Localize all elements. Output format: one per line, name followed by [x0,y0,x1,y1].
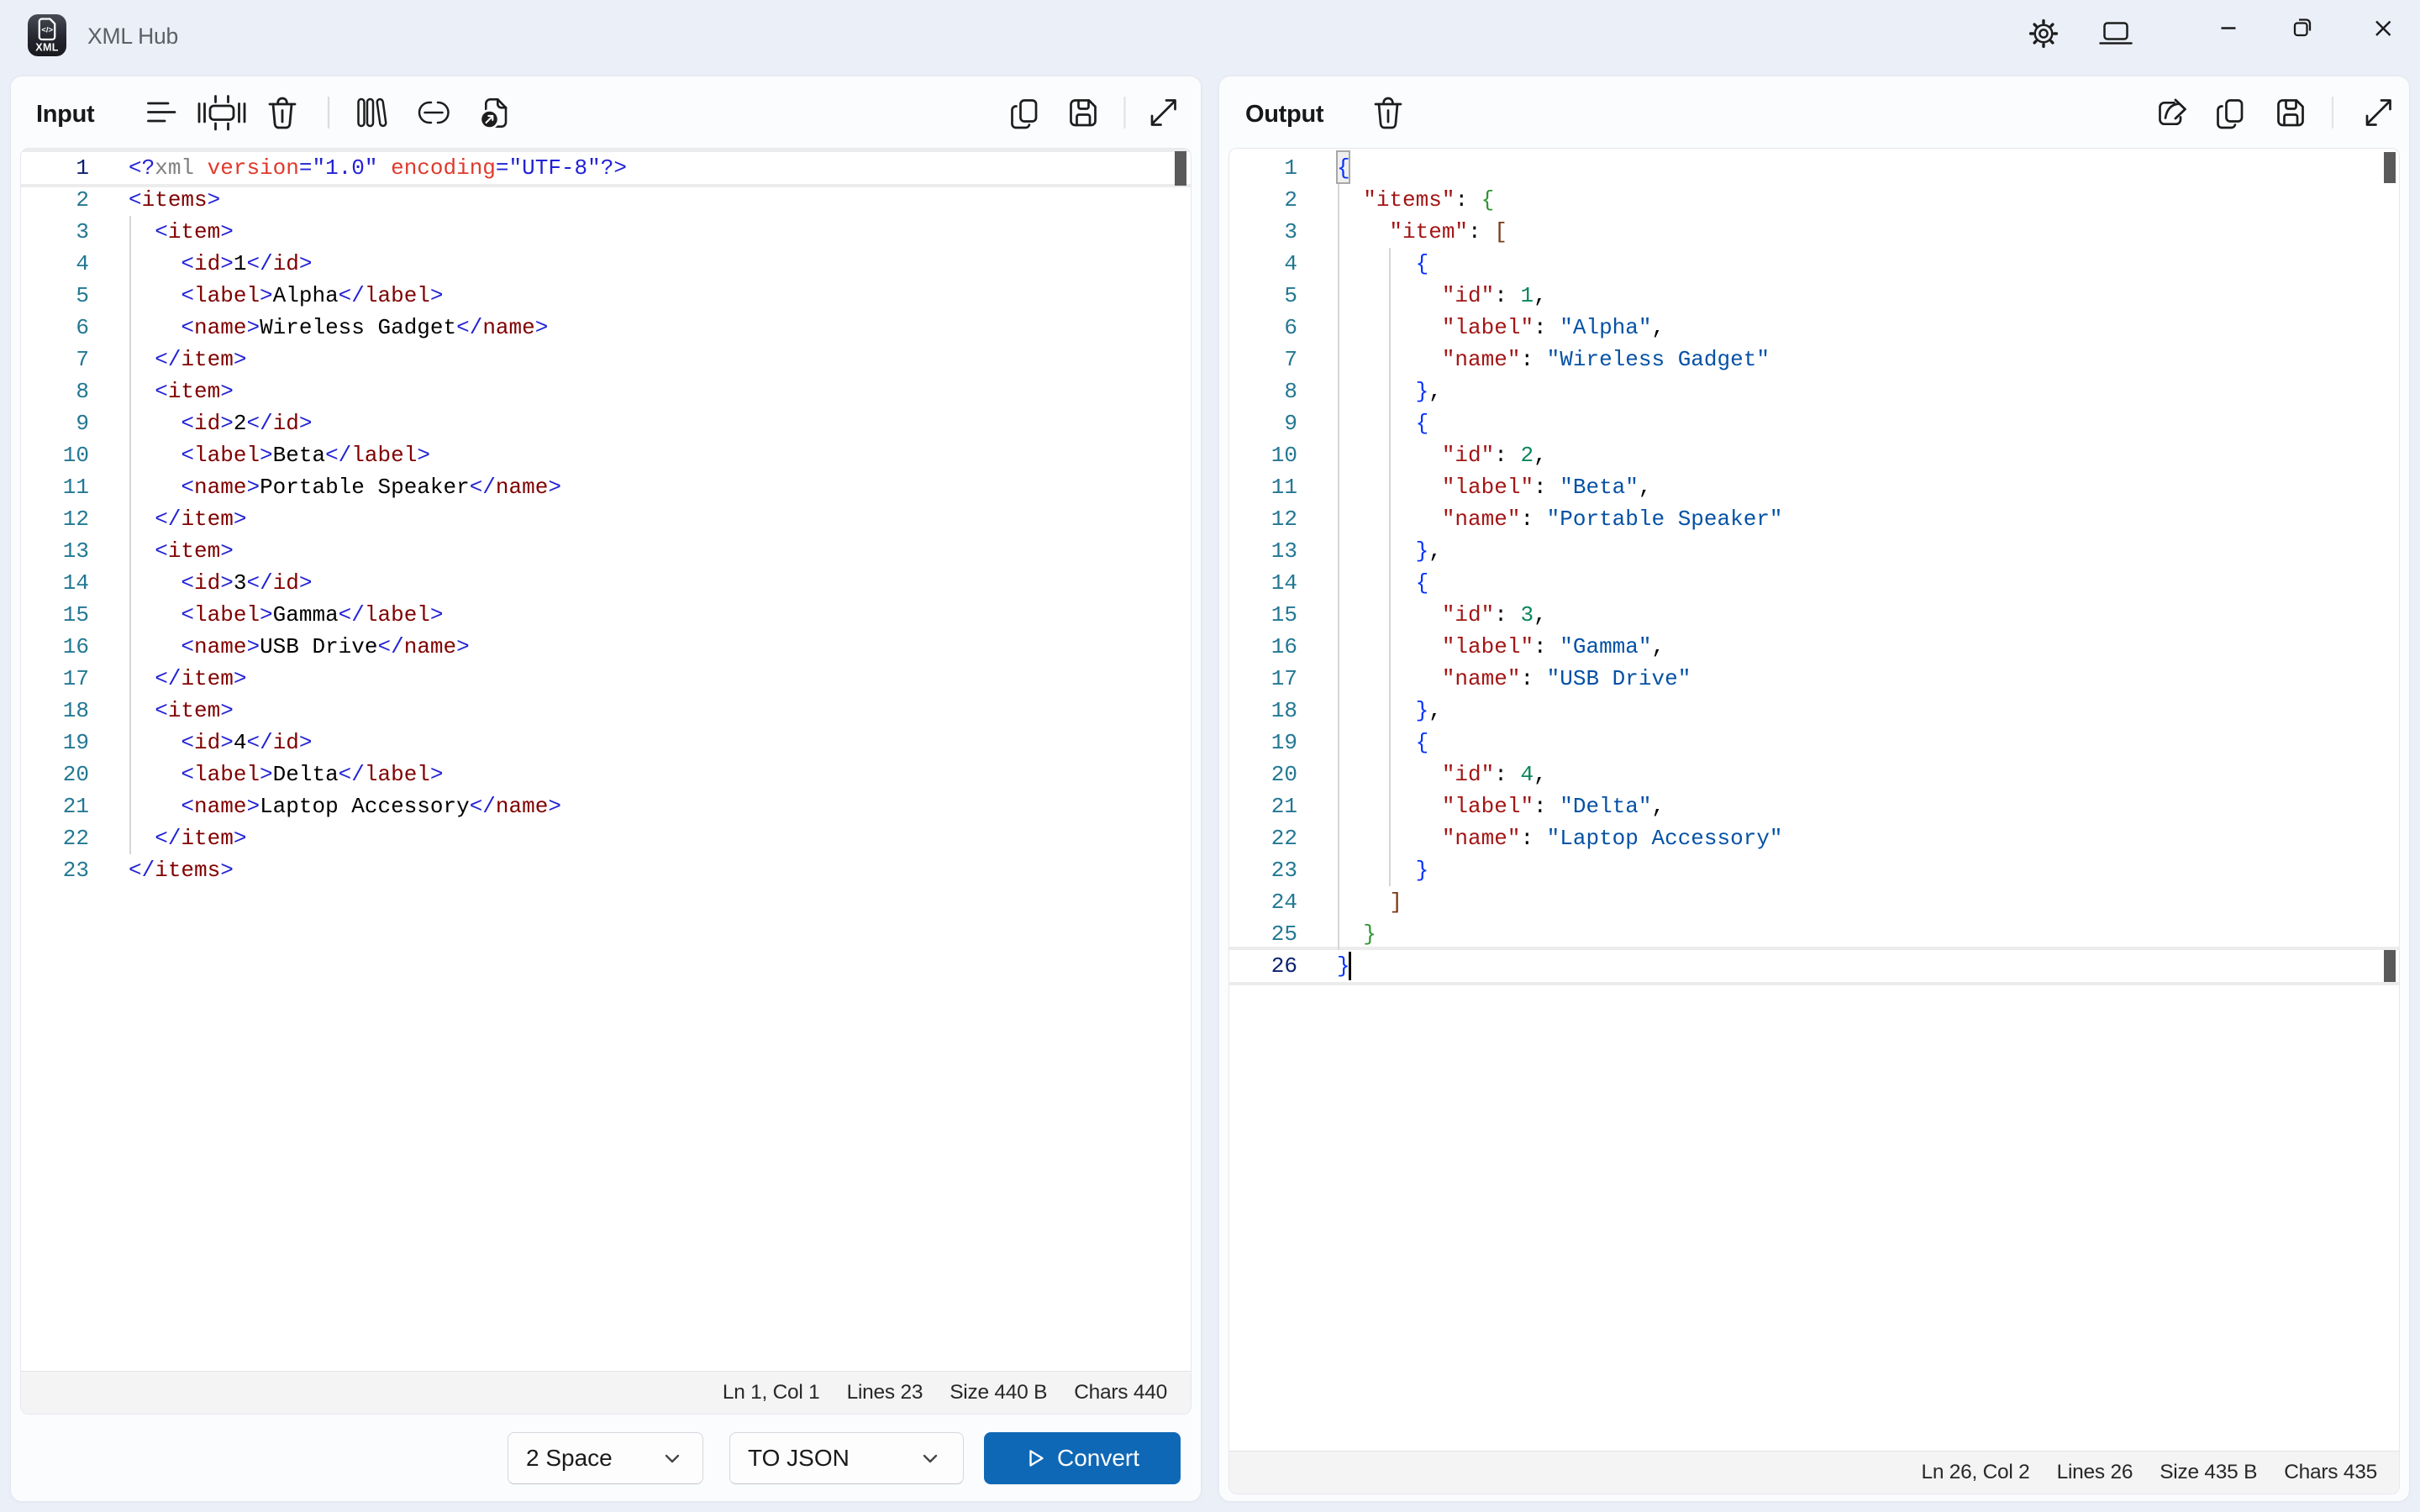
svg-text:XML: XML [35,42,59,54]
svg-text:</>: </> [41,26,53,35]
